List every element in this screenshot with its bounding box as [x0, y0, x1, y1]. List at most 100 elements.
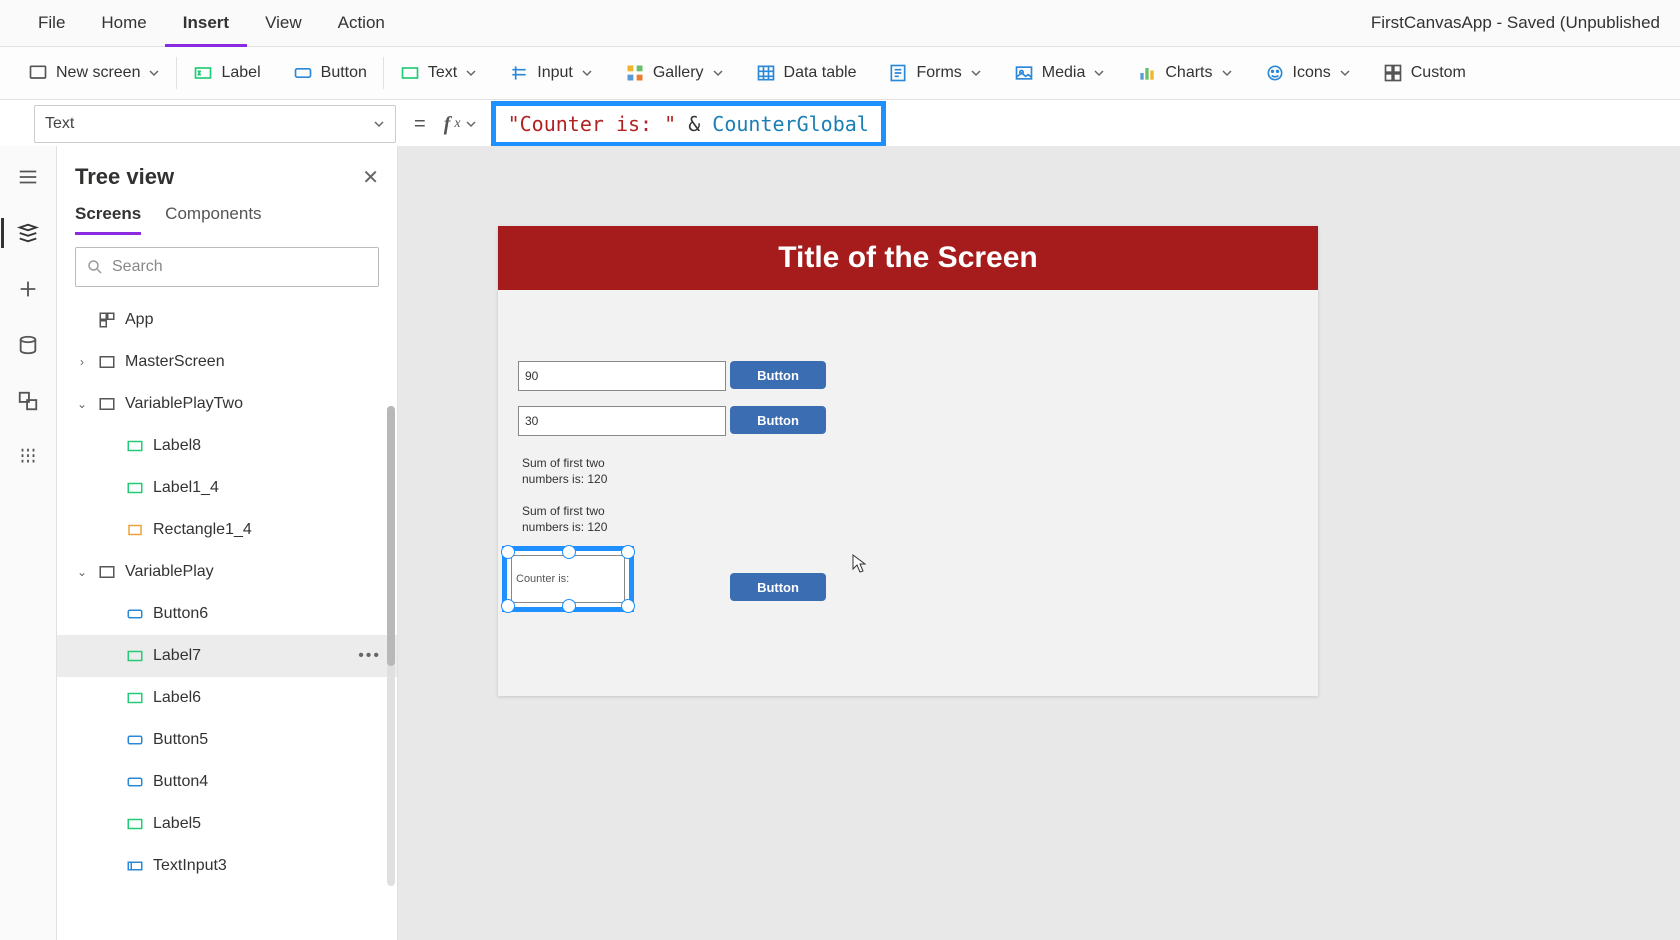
tree-node-rectangle1-4[interactable]: Rectangle1_4: [57, 509, 397, 551]
left-rail: [0, 146, 57, 940]
node-label: VariablePlayTwo: [125, 395, 243, 413]
label-icon: [125, 478, 145, 498]
insert-pane-icon[interactable]: [17, 278, 39, 300]
table-icon: [756, 63, 776, 83]
canvas-textinput-1[interactable]: 90: [518, 361, 726, 391]
cursor-icon: [852, 554, 866, 574]
ribbon-text[interactable]: Text: [384, 47, 493, 99]
ribbon-charts[interactable]: Charts: [1121, 47, 1248, 99]
search-input[interactable]: Search: [75, 247, 379, 287]
canvas-button-3[interactable]: Button: [730, 573, 826, 601]
ribbon-custom[interactable]: Custom: [1367, 47, 1482, 99]
ribbon-input[interactable]: Input: [493, 47, 609, 99]
canvas-button-1[interactable]: Button: [730, 361, 826, 389]
ribbon-gallery[interactable]: Gallery: [609, 47, 740, 99]
close-icon[interactable]: ✕: [362, 165, 379, 190]
resize-handle-sw[interactable]: [501, 599, 515, 613]
tree-node-label6[interactable]: Label6: [57, 677, 397, 719]
chevron-down-icon: [712, 67, 724, 79]
canvas-sum-label-2[interactable]: Sum of first two numbers is: 120: [522, 504, 642, 535]
formula-string: "Counter is: ": [508, 112, 677, 136]
media-pane-icon[interactable]: [17, 390, 39, 412]
screen-icon: [97, 352, 117, 372]
title-text: Title of the Screen: [778, 241, 1038, 275]
node-label: Button5: [153, 731, 208, 749]
formula-variable: CounterGlobal: [712, 112, 869, 136]
tree-node-button6[interactable]: Button6: [57, 593, 397, 635]
tree-node-variableplay[interactable]: ⌄ VariablePlay: [57, 551, 397, 593]
ribbon-data-table[interactable]: Data table: [740, 47, 873, 99]
node-label: Label7: [153, 647, 201, 665]
canvas-counter-label[interactable]: Counter is:: [511, 555, 625, 603]
tree-scrollbar[interactable]: [387, 406, 395, 886]
node-label: App: [125, 311, 153, 329]
resize-handle-nw[interactable]: [501, 545, 515, 559]
tree-node-app[interactable]: App: [57, 299, 397, 341]
tree-node-label5[interactable]: Label5: [57, 803, 397, 845]
node-label: Label5: [153, 815, 201, 833]
canvas-button-2[interactable]: Button: [730, 406, 826, 434]
canvas-screen[interactable]: Title of the Screen 90 Button 30 Button …: [498, 226, 1318, 696]
title-banner[interactable]: Title of the Screen: [498, 226, 1318, 290]
ribbon-new-screen[interactable]: New screen: [12, 47, 176, 99]
tree-node-label1-4[interactable]: Label1_4: [57, 467, 397, 509]
custom-icon: [1383, 63, 1403, 83]
tab-screens[interactable]: Screens: [75, 204, 141, 235]
tree-view-icon[interactable]: [17, 222, 39, 244]
tab-components[interactable]: Components: [165, 204, 261, 235]
ribbon-media[interactable]: Media: [998, 47, 1122, 99]
advanced-tools-icon[interactable]: [17, 446, 39, 468]
data-icon[interactable]: [17, 334, 39, 356]
property-selector[interactable]: Text: [34, 105, 396, 143]
resize-handle-ne[interactable]: [621, 545, 635, 559]
canvas-sum-label-1[interactable]: Sum of first two numbers is: 120: [522, 456, 642, 487]
menu-insert[interactable]: Insert: [165, 13, 247, 47]
tree-node-label7[interactable]: Label7 •••: [57, 635, 397, 677]
text-icon: [400, 63, 420, 83]
resize-handle-n[interactable]: [562, 545, 576, 559]
resize-handle-se[interactable]: [621, 599, 635, 613]
button-icon: [125, 604, 145, 624]
node-label: Label8: [153, 437, 201, 455]
ribbon-icons-label: Icons: [1293, 64, 1331, 82]
resize-handle-s[interactable]: [562, 599, 576, 613]
ribbon-forms-label: Forms: [916, 64, 961, 82]
tree-node-button4[interactable]: Button4: [57, 761, 397, 803]
tree-node-masterscreen[interactable]: › MasterScreen: [57, 341, 397, 383]
canvas-textinput-2[interactable]: 30: [518, 406, 726, 436]
label-icon: [125, 814, 145, 834]
menu-action[interactable]: Action: [320, 13, 403, 33]
tree-node-variableplaytwo[interactable]: ⌄ VariablePlayTwo: [57, 383, 397, 425]
canvas-area: Title of the Screen 90 Button 30 Button …: [398, 146, 1680, 940]
node-label: MasterScreen: [125, 353, 225, 371]
ribbon: New screen Label Button Text Input Galle…: [0, 47, 1680, 100]
ribbon-icons[interactable]: Icons: [1249, 47, 1367, 99]
hamburger-icon[interactable]: [17, 166, 39, 188]
menu-file[interactable]: File: [20, 13, 83, 33]
fx-label[interactable]: fx: [444, 113, 477, 136]
screen-icon: [97, 562, 117, 582]
ribbon-text-label: Text: [428, 64, 457, 82]
ribbon-button[interactable]: Button: [277, 47, 383, 99]
property-selector-value: Text: [45, 115, 74, 133]
tree-node-label8[interactable]: Label8: [57, 425, 397, 467]
chevron-down-icon: [465, 118, 477, 130]
more-icon[interactable]: •••: [358, 647, 381, 665]
tree-node-textinput3[interactable]: TextInput3: [57, 845, 397, 887]
tree-view-title: Tree view: [75, 164, 174, 190]
icons-icon: [1265, 63, 1285, 83]
menu-home[interactable]: Home: [83, 13, 164, 33]
formula-input[interactable]: "Counter is: " & CounterGlobal: [491, 101, 886, 147]
search-icon: [86, 258, 104, 276]
menu-view[interactable]: View: [247, 13, 320, 33]
label-icon: [125, 646, 145, 666]
button-icon: [293, 63, 313, 83]
ribbon-forms[interactable]: Forms: [872, 47, 997, 99]
scrollbar-thumb[interactable]: [387, 406, 395, 666]
tree-node-button5[interactable]: Button5: [57, 719, 397, 761]
chevron-down-icon: [148, 67, 160, 79]
app-title: FirstCanvasApp - Saved (Unpublished: [1371, 13, 1660, 33]
ribbon-label[interactable]: Label: [177, 47, 276, 99]
formula-ampersand: &: [676, 112, 712, 136]
selected-label-outline[interactable]: Counter is:: [502, 546, 634, 612]
